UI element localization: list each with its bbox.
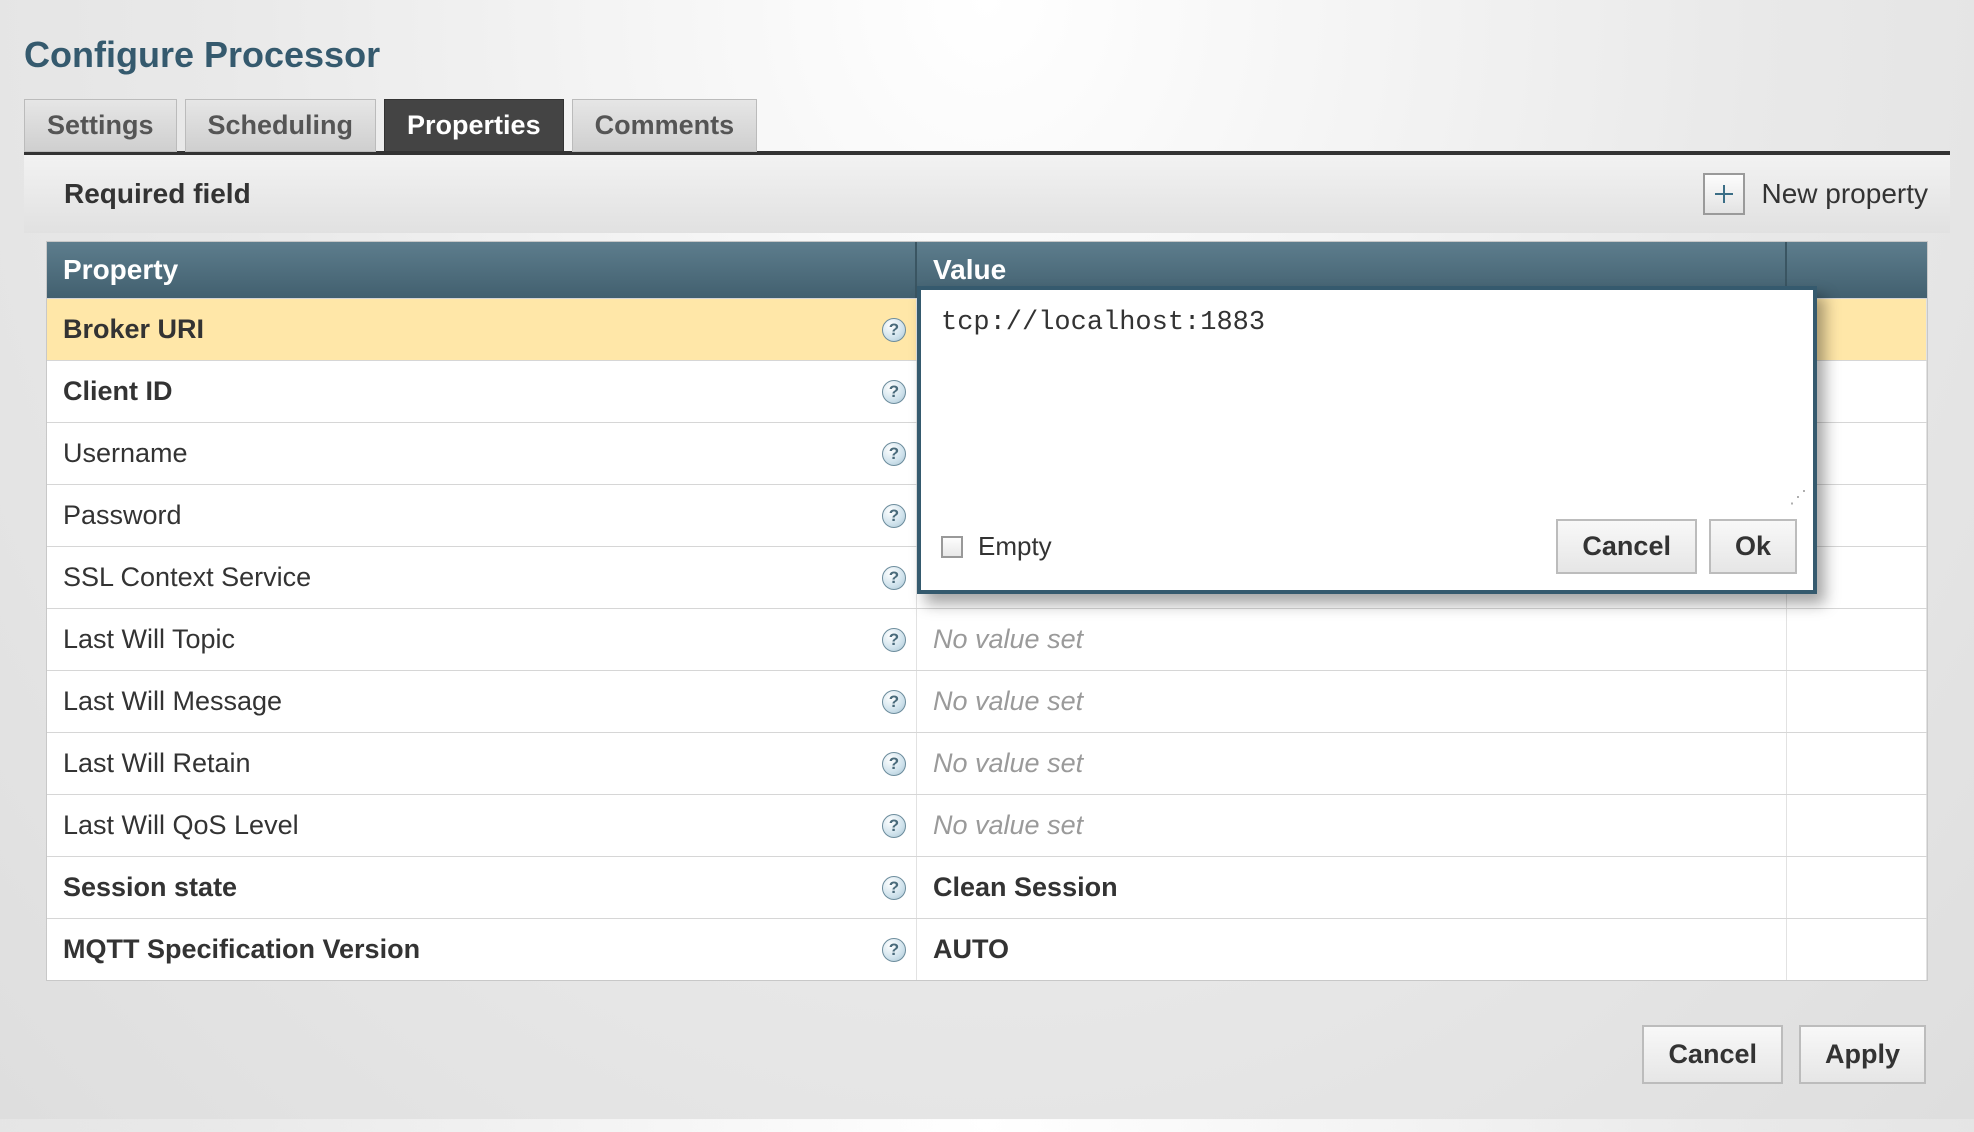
properties-subheader: Required field New property: [24, 155, 1950, 233]
tabs: Settings Scheduling Properties Comments: [24, 98, 1950, 155]
property-name: Client ID: [63, 376, 173, 407]
property-name: Username: [63, 438, 188, 469]
help-icon[interactable]: ?: [882, 380, 906, 404]
empty-checkbox-label: Empty: [978, 531, 1052, 562]
editor-cancel-button[interactable]: Cancel: [1556, 519, 1697, 574]
property-value: No value set: [933, 748, 1083, 779]
property-action-cell: [1787, 919, 1927, 980]
help-icon[interactable]: ?: [882, 442, 906, 466]
property-name: Last Will Topic: [63, 624, 235, 655]
property-value-cell[interactable]: Clean Session: [917, 857, 1787, 918]
property-action-cell: [1787, 671, 1927, 732]
tab-properties[interactable]: Properties: [384, 99, 564, 152]
property-name-cell: Username?: [47, 423, 917, 484]
new-property-button[interactable]: New property: [1703, 173, 1928, 215]
property-value-cell[interactable]: AUTO: [917, 919, 1787, 980]
help-icon[interactable]: ?: [882, 752, 906, 776]
property-name-cell: MQTT Specification Version?: [47, 919, 917, 980]
properties-table: Property Value Broker URI?Client ID?User…: [46, 241, 1928, 981]
dialog-footer: Cancel Apply: [24, 981, 1950, 1108]
property-name-cell: Last Will Topic?: [47, 609, 917, 670]
property-action-cell: [1787, 795, 1927, 856]
property-value: No value set: [933, 810, 1083, 841]
value-editor-footer: Empty Cancel Ok: [921, 505, 1813, 590]
property-name-cell: Last Will Retain?: [47, 733, 917, 794]
table-row[interactable]: MQTT Specification Version? AUTO: [47, 918, 1927, 980]
property-value: Clean Session: [933, 872, 1118, 903]
dialog-title: Configure Processor: [24, 34, 1950, 76]
editor-ok-button[interactable]: Ok: [1709, 519, 1797, 574]
property-value-cell[interactable]: No value set: [917, 733, 1787, 794]
property-action-cell: [1787, 733, 1927, 794]
property-name: SSL Context Service: [63, 562, 311, 593]
table-row[interactable]: Last Will Topic? No value set: [47, 608, 1927, 670]
table-row[interactable]: Last Will QoS Level? No value set: [47, 794, 1927, 856]
apply-button[interactable]: Apply: [1799, 1025, 1926, 1084]
value-editor-popover: tcp://localhost:1883 ⋰ Empty Cancel Ok: [917, 286, 1817, 594]
help-icon[interactable]: ?: [882, 566, 906, 590]
property-name-cell: Last Will QoS Level?: [47, 795, 917, 856]
property-name-cell: Broker URI?: [47, 299, 917, 360]
property-name: Password: [63, 500, 182, 531]
property-name-cell: Password?: [47, 485, 917, 546]
property-value: No value set: [933, 624, 1083, 655]
help-icon[interactable]: ?: [882, 938, 906, 962]
table-row[interactable]: Last Will Message? No value set: [47, 670, 1927, 732]
property-name: MQTT Specification Version: [63, 934, 420, 965]
empty-checkbox-wrap[interactable]: Empty: [937, 531, 1052, 562]
help-icon[interactable]: ?: [882, 814, 906, 838]
help-icon[interactable]: ?: [882, 504, 906, 528]
required-field-label: Required field: [64, 178, 251, 210]
property-name-cell: Last Will Message?: [47, 671, 917, 732]
property-name: Broker URI: [63, 314, 204, 345]
col-property: Property: [47, 242, 917, 298]
property-name: Session state: [63, 872, 237, 903]
help-icon[interactable]: ?: [882, 628, 906, 652]
cancel-button[interactable]: Cancel: [1642, 1025, 1783, 1084]
tab-comments[interactable]: Comments: [572, 99, 758, 152]
property-value: No value set: [933, 686, 1083, 717]
property-value-cell[interactable]: No value set: [917, 671, 1787, 732]
property-action-cell: [1787, 609, 1927, 670]
configure-processor-dialog: Configure Processor Settings Scheduling …: [0, 0, 1974, 1132]
property-name: Last Will Message: [63, 686, 282, 717]
property-name-cell: Client ID?: [47, 361, 917, 422]
new-property-label: New property: [1761, 178, 1928, 210]
help-icon[interactable]: ?: [882, 876, 906, 900]
property-name-cell: SSL Context Service?: [47, 547, 917, 608]
property-value: AUTO: [933, 934, 1009, 965]
property-value-cell[interactable]: No value set: [917, 609, 1787, 670]
property-name: Last Will Retain: [63, 748, 251, 779]
help-icon[interactable]: ?: [882, 690, 906, 714]
help-icon[interactable]: ?: [882, 318, 906, 342]
property-name: Last Will QoS Level: [63, 810, 299, 841]
value-editor-input[interactable]: tcp://localhost:1883: [921, 290, 1813, 500]
property-value-cell[interactable]: No value set: [917, 795, 1787, 856]
plus-icon: [1703, 173, 1745, 215]
property-action-cell: [1787, 857, 1927, 918]
tab-settings[interactable]: Settings: [24, 99, 177, 152]
table-row[interactable]: Last Will Retain? No value set: [47, 732, 1927, 794]
empty-checkbox[interactable]: [941, 536, 963, 558]
property-name-cell: Session state?: [47, 857, 917, 918]
tab-scheduling[interactable]: Scheduling: [185, 99, 377, 152]
table-row[interactable]: Session state? Clean Session: [47, 856, 1927, 918]
